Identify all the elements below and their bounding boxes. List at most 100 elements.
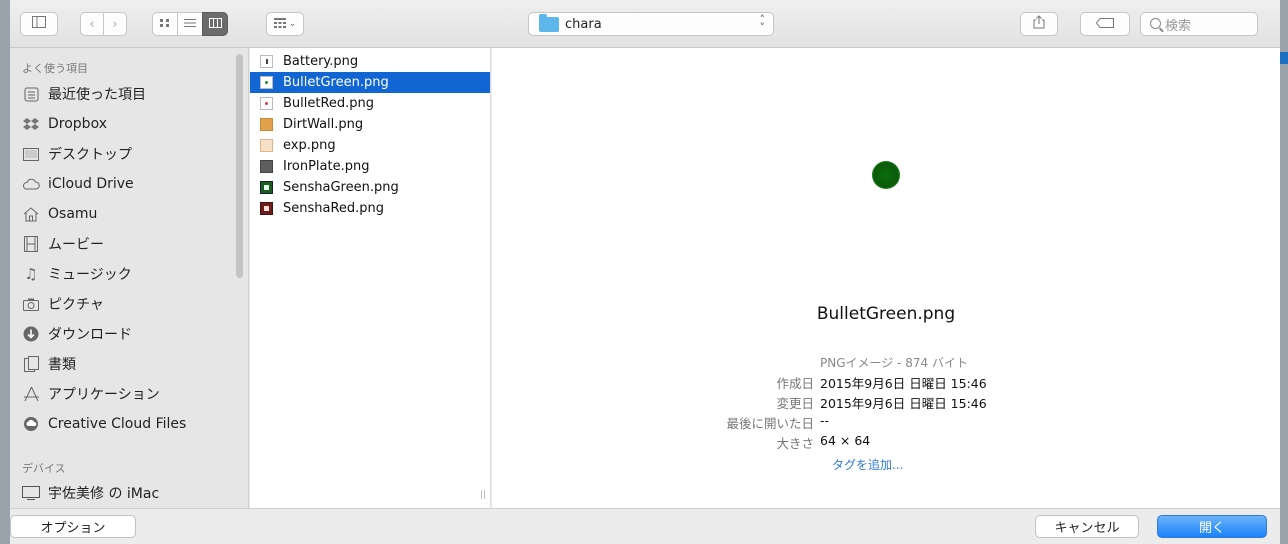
preview-filename: BulletGreen.png: [816, 304, 956, 324]
sidebar-heading-devices: デバイス: [22, 462, 66, 475]
sidebar-item-label: ダウンロード: [48, 327, 132, 343]
info-value: 2015年9月6日 日曜日 15:46: [820, 396, 987, 411]
file-row-battery[interactable]: Battery.png: [250, 51, 490, 72]
sidebar-item-label: ピクチャ: [48, 297, 104, 313]
sidebar-item-label: Osamu: [48, 206, 98, 222]
file-row-sensharedd[interactable]: SenshaRed.png: [250, 198, 490, 219]
png-file-icon: [260, 97, 273, 110]
open-button[interactable]: 開く: [1157, 515, 1267, 538]
list-view-icon: [184, 17, 196, 32]
sidebar-item-label: Dropbox: [48, 116, 107, 132]
column-view-button[interactable]: [202, 12, 228, 36]
file-row-dirtwall[interactable]: DirtWall.png: [250, 114, 490, 135]
file-name: IronPlate.png: [283, 159, 370, 174]
sidebar-item-dropbox[interactable]: Dropbox: [22, 109, 242, 139]
home-icon: [22, 205, 40, 223]
share-button[interactable]: [1020, 12, 1058, 36]
column-view-icon: [208, 17, 222, 32]
sidebar-item-label: iCloud Drive: [48, 176, 134, 192]
documents-icon: [22, 355, 40, 373]
sidebar-item-music[interactable]: ♫ ミュージック: [22, 259, 242, 289]
add-tag-link[interactable]: タグを追加...: [832, 456, 903, 473]
sidebar-item-imac[interactable]: 宇佐美修 の iMac: [22, 478, 242, 508]
search-input[interactable]: 検索: [1140, 12, 1258, 36]
sidebar-item-label: ムービー: [48, 237, 104, 253]
folder-path-popup[interactable]: chara ˄ ˅: [528, 12, 774, 36]
sidebar-item-pictures[interactable]: ピクチャ: [22, 289, 242, 319]
popup-arrows-icon: ˄ ˅: [759, 13, 766, 34]
file-name: SenshaGreen.png: [283, 180, 399, 195]
recents-icon: [22, 85, 40, 103]
file-name: DirtWall.png: [283, 117, 364, 132]
sidebar-item-home[interactable]: Osamu: [22, 199, 242, 229]
applications-icon: [22, 385, 40, 403]
tags-button[interactable]: [1080, 12, 1130, 36]
info-row-modified: 変更日 2015年9月6日 日曜日 15:46: [714, 393, 987, 413]
file-row-exp[interactable]: exp.png: [250, 135, 490, 156]
film-icon: [22, 235, 40, 253]
tag-icon: [1095, 17, 1114, 32]
sidebar: よく使う項目 最近使った項目 Dropbox デスクトップ iCloud Dri…: [10, 48, 249, 508]
sidebar-item-creative-cloud[interactable]: Creative Cloud Files: [22, 409, 242, 439]
search-placeholder: 検索: [1165, 18, 1192, 34]
info-value: --: [820, 413, 830, 428]
dropbox-icon: [22, 115, 40, 133]
sidebar-item-recents[interactable]: 最近使った項目: [22, 79, 242, 109]
sidebar-item-label: ミュージック: [48, 267, 132, 283]
chevron-down-icon: ⌄: [288, 19, 297, 29]
folder-icon: [539, 13, 559, 32]
file-name: exp.png: [283, 138, 336, 153]
back-button[interactable]: ‹: [80, 12, 104, 36]
desktop-fragment-icon: [1280, 52, 1288, 64]
preview-pane: BulletGreen.png PNGイメージ - 874 バイト 作成日 20…: [492, 48, 1280, 508]
file-name: SenshaRed.png: [283, 201, 385, 216]
download-icon: [22, 325, 40, 343]
sidebar-item-applications[interactable]: アプリケーション: [22, 379, 242, 409]
sidebar-toggle-button[interactable]: [20, 12, 58, 36]
file-row-ironplate[interactable]: IronPlate.png: [250, 156, 490, 177]
options-button[interactable]: オプション: [10, 515, 136, 538]
png-file-icon: [260, 118, 273, 131]
sidebar-item-label: 書類: [48, 357, 76, 373]
sidebar-item-label: デスクトップ: [48, 147, 132, 163]
sidebar-item-documents[interactable]: 書類: [22, 349, 242, 379]
png-file-icon: [260, 76, 273, 89]
arrange-menu-button[interactable]: ⌄: [266, 12, 304, 36]
sidebar-item-movies[interactable]: ムービー: [22, 229, 242, 259]
info-row-created: 作成日 2015年9月6日 日曜日 15:46: [714, 373, 987, 393]
column-resize-handle[interactable]: ||: [480, 490, 486, 500]
info-label: 変更日: [776, 396, 814, 411]
sidebar-item-desktop[interactable]: デスクトップ: [22, 139, 242, 169]
png-file-icon: [260, 202, 273, 215]
file-row-bulletred[interactable]: BulletRed.png: [250, 93, 490, 114]
png-file-icon: [260, 55, 273, 68]
open-file-dialog: ‹ › ⌄ chara ˄ ˅ 検索 よく使う項目 最近使った項目 Dropbo…: [10, 0, 1280, 544]
chevron-left-icon: ‹: [89, 16, 95, 32]
cancel-button[interactable]: キャンセル: [1035, 515, 1139, 538]
icon-view-icon: [159, 17, 171, 32]
view-mode-segment: [152, 12, 228, 36]
icon-view-button[interactable]: [152, 12, 178, 36]
imac-icon: [22, 484, 40, 502]
png-file-icon: [260, 160, 273, 173]
png-file-icon: [260, 181, 273, 194]
image-preview-thumbnail: [872, 161, 900, 189]
forward-button[interactable]: ›: [103, 12, 127, 36]
info-row-dimensions: 大きさ 64 × 64: [714, 433, 870, 453]
sidebar-item-label: 最近使った項目: [48, 87, 146, 103]
sidebar-toggle-icon: [32, 16, 46, 32]
chevron-right-icon: ›: [112, 16, 118, 32]
sidebar-scrollbar[interactable]: [236, 54, 243, 278]
sidebar-item-icloud[interactable]: iCloud Drive: [22, 169, 242, 199]
sidebar-item-downloads[interactable]: ダウンロード: [22, 319, 242, 349]
sidebar-item-label: 宇佐美修 の iMac: [48, 486, 160, 502]
sidebar-heading-favorites: よく使う項目: [22, 62, 88, 75]
list-view-button[interactable]: [177, 12, 203, 36]
file-row-bulletgreen[interactable]: BulletGreen.png: [250, 72, 490, 93]
file-row-senshagreen[interactable]: SenshaGreen.png: [250, 177, 490, 198]
camera-icon: [22, 295, 40, 313]
music-icon: ♫: [24, 265, 38, 283]
info-value: 2015年9月6日 日曜日 15:46: [820, 376, 987, 391]
file-column: Battery.png BulletGreen.png BulletRed.pn…: [250, 48, 491, 508]
sidebar-item-label: アプリケーション: [48, 387, 160, 403]
